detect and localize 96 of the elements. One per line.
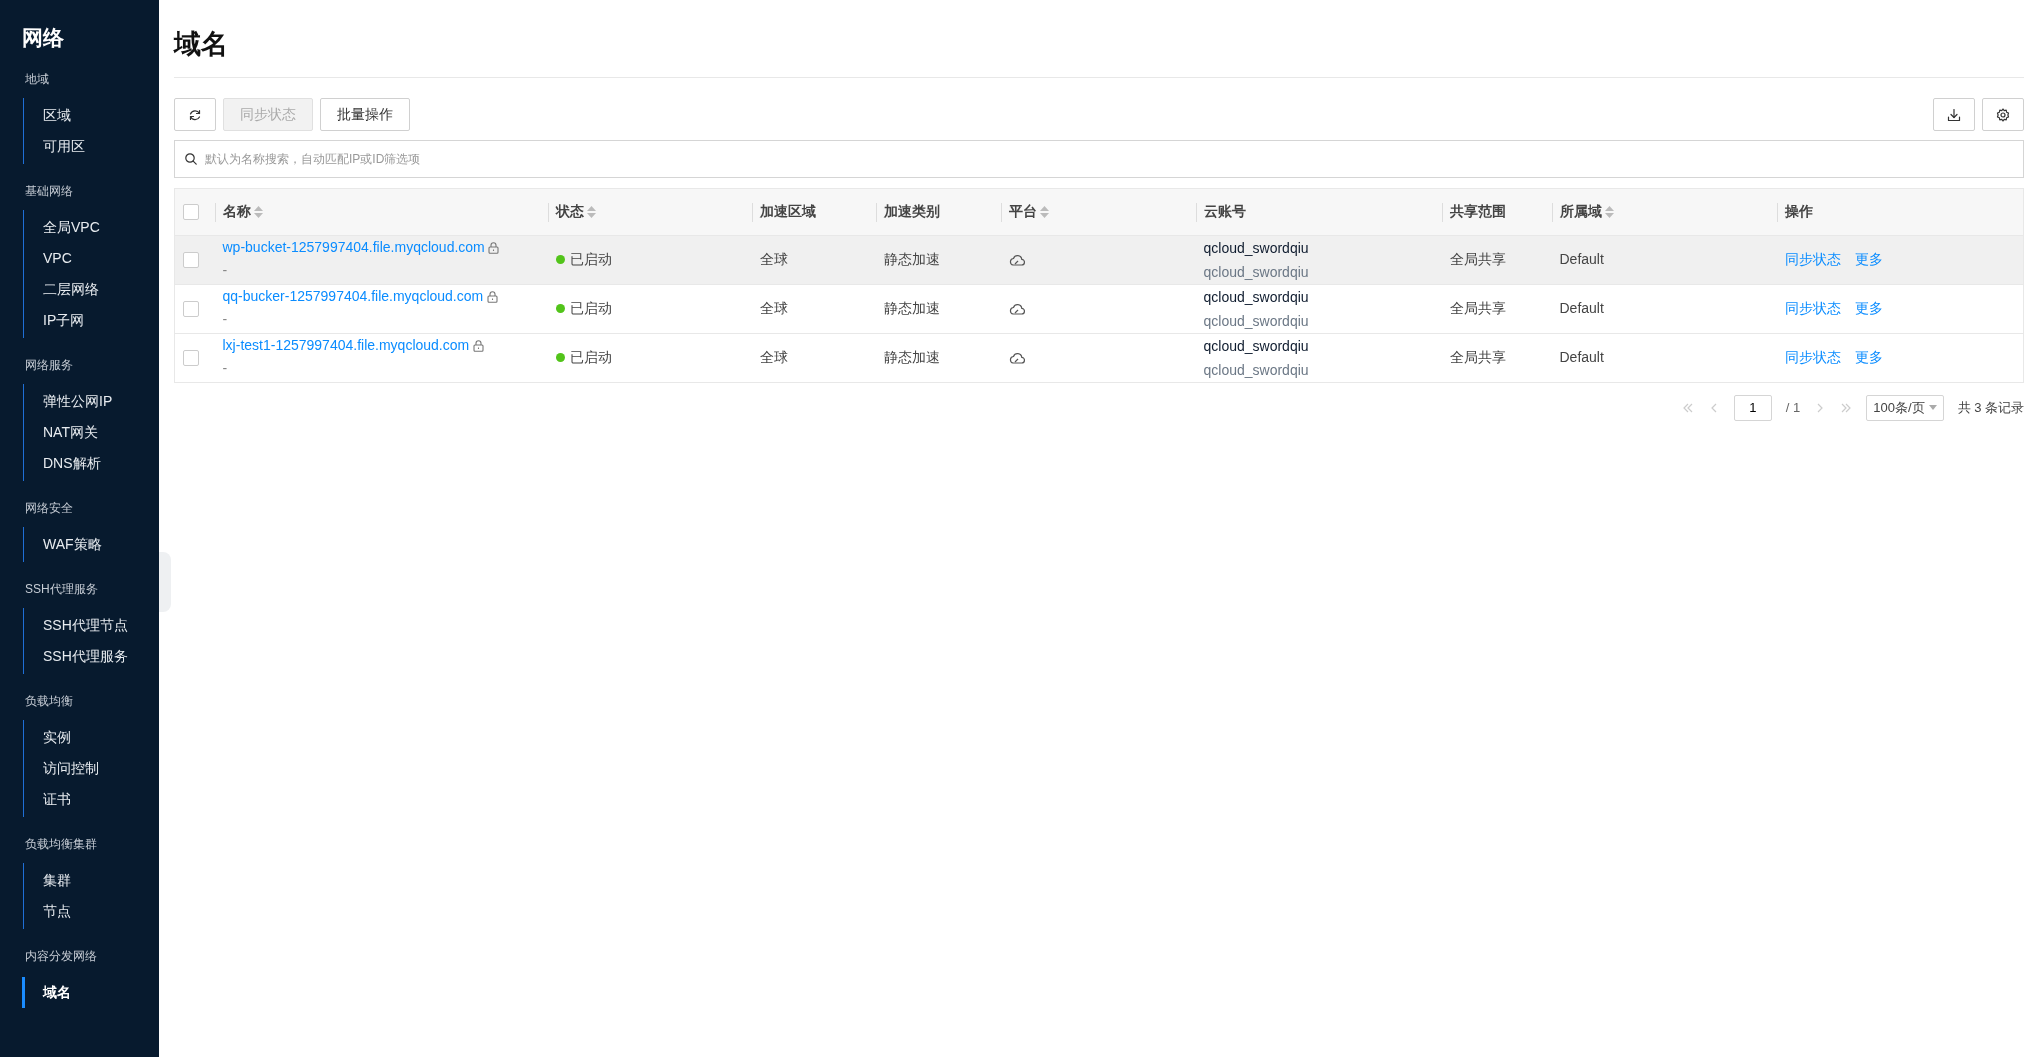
- sidebar-item[interactable]: 集群: [22, 864, 159, 896]
- checkbox[interactable]: [183, 252, 199, 269]
- column-header: 共享范围: [1449, 202, 1506, 221]
- sidebar-title: 网络: [22, 25, 64, 51]
- toolbar-button[interactable]: 批量操作: [320, 97, 410, 131]
- account-name: qcloud_swordqiu: [1203, 239, 1309, 256]
- sidebar-item[interactable]: DNS解析: [22, 447, 159, 479]
- page-size-select[interactable]: 100条/页: [1866, 394, 1944, 421]
- action-link[interactable]: 更多: [1854, 298, 1883, 319]
- checkbox[interactable]: [183, 204, 199, 221]
- table-cell: 全球: [759, 300, 788, 316]
- sidebar-item[interactable]: 可用区: [22, 130, 159, 162]
- cloud-icon: [1008, 254, 1025, 266]
- column-header: 加速区域: [759, 202, 816, 221]
- page-title: 域名: [174, 28, 228, 61]
- table-cell: Default: [1559, 349, 1604, 365]
- account-name: qcloud_swordqiu: [1203, 337, 1309, 354]
- lock-icon: [472, 339, 484, 352]
- status-text: 已启动: [569, 251, 612, 267]
- column-header: 云账号: [1203, 202, 1246, 221]
- checkbox[interactable]: [183, 301, 199, 318]
- column-header[interactable]: 状态: [555, 201, 584, 222]
- table-cell: 静态加速: [883, 300, 940, 316]
- sidebar-group-label: 网络安全: [25, 499, 73, 517]
- settings-button[interactable]: [1982, 97, 2024, 131]
- table-cell: 全球: [759, 349, 788, 365]
- sidebar-group-label: 内容分发网络: [25, 947, 97, 965]
- column-header[interactable]: 平台: [1008, 201, 1037, 222]
- account-subtext: qcloud_swordqiu: [1203, 263, 1309, 280]
- sidebar-group-label: 地域: [25, 70, 49, 88]
- sidebar-item[interactable]: SSH代理节点: [22, 609, 159, 641]
- page-input[interactable]: 1: [1733, 394, 1772, 421]
- sidebar-item[interactable]: 弹性公网IP: [22, 385, 159, 417]
- first-page-icon[interactable]: [1681, 402, 1694, 413]
- lock-icon: [486, 290, 498, 303]
- sidebar-item[interactable]: NAT网关: [22, 416, 159, 448]
- search-icon: [184, 151, 197, 165]
- cell-subtext: -: [222, 360, 228, 376]
- sidebar-group-label: 基础网络: [25, 182, 73, 200]
- table-cell: 全局共享: [1449, 300, 1506, 316]
- sidebar-item[interactable]: 区域: [22, 99, 159, 131]
- column-header: 加速类别: [883, 202, 940, 221]
- action-link[interactable]: 同步状态: [1784, 298, 1841, 319]
- account-subtext: qcloud_swordqiu: [1203, 312, 1309, 329]
- table-cell: Default: [1559, 300, 1604, 316]
- column-header[interactable]: 名称: [222, 201, 251, 222]
- settings-icon: [1996, 107, 2010, 122]
- sidebar-item[interactable]: 域名: [22, 976, 159, 1008]
- sidebar-item[interactable]: 节点: [22, 895, 159, 927]
- cell-subtext: -: [222, 262, 228, 278]
- refresh-button[interactable]: [174, 97, 216, 131]
- status-text: 已启动: [569, 300, 612, 316]
- table-cell: 全球: [759, 251, 788, 267]
- checkbox[interactable]: [183, 350, 199, 367]
- sidebar-item[interactable]: VPC: [22, 242, 159, 274]
- sidebar-item[interactable]: 实例: [22, 721, 159, 753]
- download-icon: [1947, 107, 1961, 122]
- column-header[interactable]: 所属域: [1559, 201, 1602, 222]
- table-cell: 全局共享: [1449, 349, 1506, 365]
- table-cell: 静态加速: [883, 349, 940, 365]
- page-count: / 1: [1785, 398, 1801, 417]
- table-cell: 静态加速: [883, 251, 940, 267]
- sort-icon[interactable]: [1605, 205, 1614, 218]
- sidebar-item[interactable]: 全局VPC: [22, 211, 159, 243]
- sort-icon[interactable]: [587, 205, 596, 218]
- sidebar-group-label: SSH代理服务: [25, 580, 98, 598]
- table-cell: 全局共享: [1449, 251, 1506, 267]
- cloud-icon: [1008, 303, 1025, 315]
- sidebar-item[interactable]: 二层网络: [22, 273, 159, 305]
- status-text: 已启动: [569, 349, 612, 365]
- sidebar-group-label: 负载均衡: [25, 692, 73, 710]
- account-subtext: qcloud_swordqiu: [1203, 361, 1309, 378]
- sidebar-group-label: 负载均衡集群: [25, 835, 97, 853]
- refresh-icon: [188, 107, 202, 122]
- lock-icon: [488, 241, 500, 254]
- cloud-icon: [1008, 352, 1025, 364]
- sidebar-group-label: 网络服务: [25, 356, 73, 374]
- table-cell: Default: [1559, 251, 1604, 267]
- column-header: 操作: [1784, 202, 1813, 221]
- record-count: 共 3 条记录: [1957, 398, 2024, 417]
- collapse-handle[interactable]: [159, 552, 171, 612]
- sidebar-item[interactable]: 证书: [22, 783, 159, 815]
- action-link[interactable]: 更多: [1854, 347, 1883, 368]
- download-button[interactable]: [1933, 97, 1975, 131]
- sort-icon[interactable]: [1040, 205, 1049, 218]
- last-page-icon[interactable]: [1840, 402, 1853, 413]
- caret-icon: [1928, 405, 1937, 410]
- search-field[interactable]: 默认为名称搜索，自动匹配IP或ID筛选项: [174, 139, 2024, 178]
- action-link[interactable]: 同步状态: [1784, 347, 1841, 368]
- sidebar-item[interactable]: SSH代理服务: [22, 640, 159, 672]
- cell-subtext: -: [222, 311, 228, 327]
- sidebar-item[interactable]: 访问控制: [22, 752, 159, 784]
- sort-icon[interactable]: [254, 205, 263, 218]
- account-name: qcloud_swordqiu: [1203, 288, 1309, 305]
- sidebar-item[interactable]: IP子网: [22, 304, 159, 336]
- sidebar-item[interactable]: WAF策略: [22, 528, 159, 560]
